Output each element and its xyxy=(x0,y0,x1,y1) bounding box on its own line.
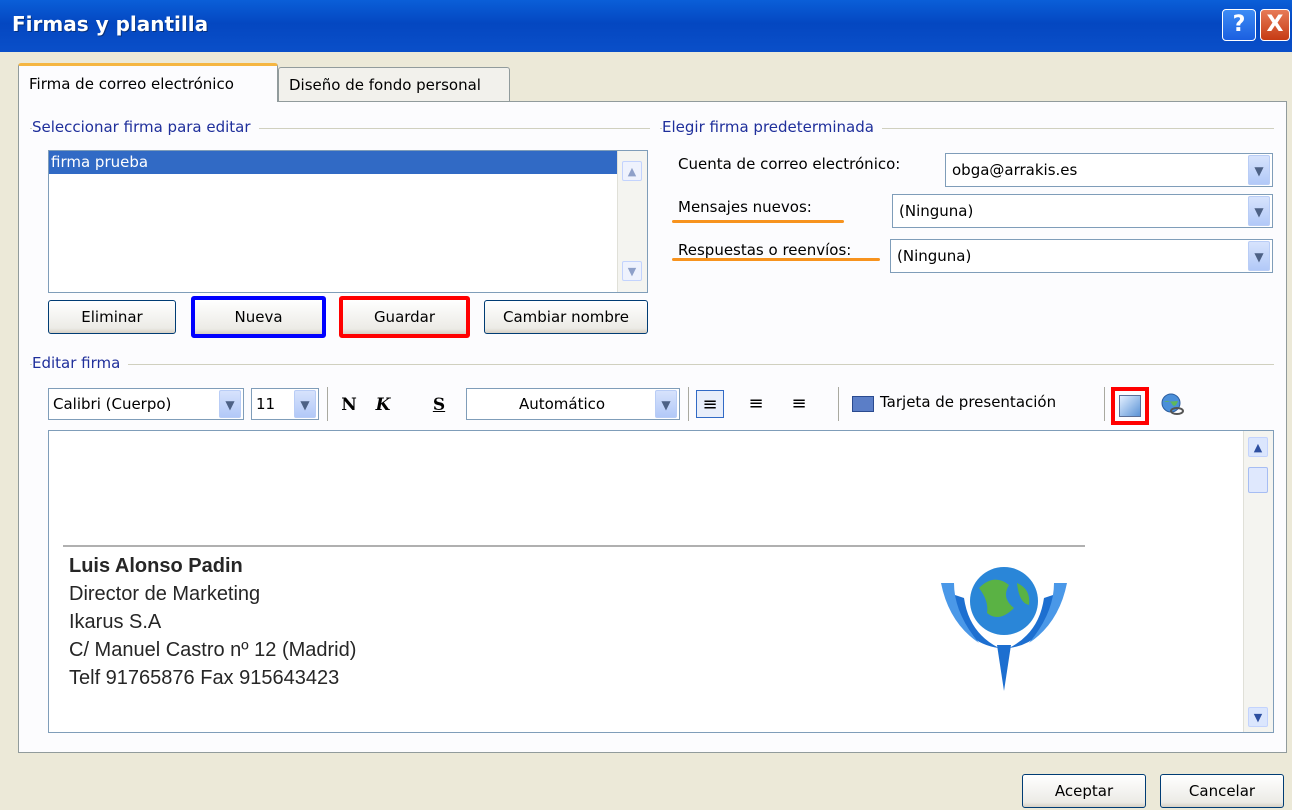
align-center-icon[interactable]: ≡ xyxy=(742,390,770,418)
select-signature-group-label: Seleccionar firma para editar xyxy=(32,118,259,136)
signature-list-item[interactable]: firma prueba xyxy=(49,151,617,174)
signature-company: Ikarus S.A xyxy=(69,611,162,633)
chevron-down-icon[interactable]: ▼ xyxy=(622,261,642,281)
chevron-down-icon[interactable]: ▼ xyxy=(1248,241,1270,271)
business-card-button[interactable]: Tarjeta de presentación xyxy=(880,393,1056,411)
signature-address: C/ Manuel Castro nº 12 (Madrid) xyxy=(69,639,357,661)
toolbar-separator xyxy=(327,387,328,421)
cancel-button[interactable]: Cancelar xyxy=(1160,774,1284,808)
tab-personal-stationery[interactable]: Diseño de fondo personal xyxy=(278,67,510,101)
font-size-value: 11 xyxy=(256,395,276,413)
toolbar-separator xyxy=(688,387,689,421)
company-logo-icon xyxy=(941,567,1067,691)
signature-name: Luis Alonso Padin xyxy=(69,555,243,577)
new-messages-value: (Ninguna) xyxy=(899,202,974,220)
replies-select[interactable]: (Ninguna) ▼ xyxy=(890,239,1273,273)
account-label: Cuenta de correo electrónico: xyxy=(678,155,901,173)
chevron-up-icon[interactable]: ▲ xyxy=(1248,437,1268,457)
replies-label: Respuestas o reenvíos: xyxy=(678,241,852,259)
account-value: obga@arrakis.es xyxy=(952,161,1078,179)
chevron-down-icon[interactable]: ▼ xyxy=(1248,707,1268,727)
default-signature-group-label: Elegir firma predeterminada xyxy=(662,118,882,136)
underline-button[interactable]: S xyxy=(426,391,452,419)
insert-picture-button[interactable] xyxy=(1111,387,1149,425)
scroll-thumb[interactable] xyxy=(1248,467,1268,493)
font-size-select[interactable]: 11 ▼ xyxy=(251,388,319,420)
ok-button[interactable]: Aceptar xyxy=(1022,774,1146,808)
signature-role: Director de Marketing xyxy=(69,583,261,605)
close-button[interactable]: X xyxy=(1260,9,1290,41)
font-value: Calibri (Cuerpo) xyxy=(53,395,172,413)
tab-email-signature[interactable]: Firma de correo electrónico xyxy=(18,63,278,102)
signature-phone: Telf 91765876 Fax 915643423 xyxy=(69,667,340,689)
new-messages-select[interactable]: (Ninguna) ▼ xyxy=(892,194,1273,228)
listbox-scrollbar[interactable]: ▲ ▼ xyxy=(617,151,647,292)
delete-button[interactable]: Eliminar xyxy=(48,300,176,334)
replies-value: (Ninguna) xyxy=(897,247,972,265)
tab-label: Firma de correo electrónico xyxy=(29,75,234,93)
chevron-down-icon[interactable]: ▼ xyxy=(219,390,241,418)
account-select[interactable]: obga@arrakis.es ▼ xyxy=(945,153,1273,187)
group-divider xyxy=(30,364,1274,365)
rename-button[interactable]: Cambiar nombre xyxy=(484,300,648,334)
chevron-down-icon[interactable]: ▼ xyxy=(655,390,677,418)
new-messages-label: Mensajes nuevos: xyxy=(678,198,812,216)
picture-icon xyxy=(1119,395,1141,417)
help-button[interactable]: ? xyxy=(1222,9,1256,41)
chevron-down-icon[interactable]: ▼ xyxy=(1248,155,1270,185)
align-left-icon[interactable]: ≡ xyxy=(696,390,724,418)
toolbar-separator xyxy=(838,387,839,421)
orange-underline-annotation xyxy=(672,220,844,223)
chevron-up-icon[interactable]: ▲ xyxy=(622,161,642,181)
insert-hyperlink-button[interactable] xyxy=(1160,392,1186,418)
italic-button[interactable]: K xyxy=(370,391,396,419)
align-right-icon[interactable]: ≡ xyxy=(785,390,813,418)
save-button[interactable]: Guardar xyxy=(339,296,470,338)
orange-underline-annotation xyxy=(672,258,880,261)
globe-link-icon xyxy=(1161,393,1184,415)
chevron-down-icon[interactable]: ▼ xyxy=(1248,196,1270,226)
toolbar-separator xyxy=(1104,387,1105,421)
business-card-icon xyxy=(852,396,874,412)
font-color-value: Automático xyxy=(518,395,606,413)
signature-divider xyxy=(63,545,1085,547)
font-select[interactable]: Calibri (Cuerpo) ▼ xyxy=(48,388,244,420)
signature-editor[interactable]: Luis Alonso Padin Director de Marketing … xyxy=(48,430,1274,733)
editor-scrollbar[interactable]: ▲ ▼ xyxy=(1243,431,1273,732)
edit-signature-group-label: Editar firma xyxy=(32,354,129,372)
tab-label: Diseño de fondo personal xyxy=(289,76,481,94)
window-title: Firmas y plantilla xyxy=(12,12,209,36)
font-color-select[interactable]: Automático ▼ xyxy=(466,388,680,420)
new-button[interactable]: Nueva xyxy=(191,296,326,338)
bold-button[interactable]: N xyxy=(336,391,362,419)
chevron-down-icon[interactable]: ▼ xyxy=(294,390,316,418)
